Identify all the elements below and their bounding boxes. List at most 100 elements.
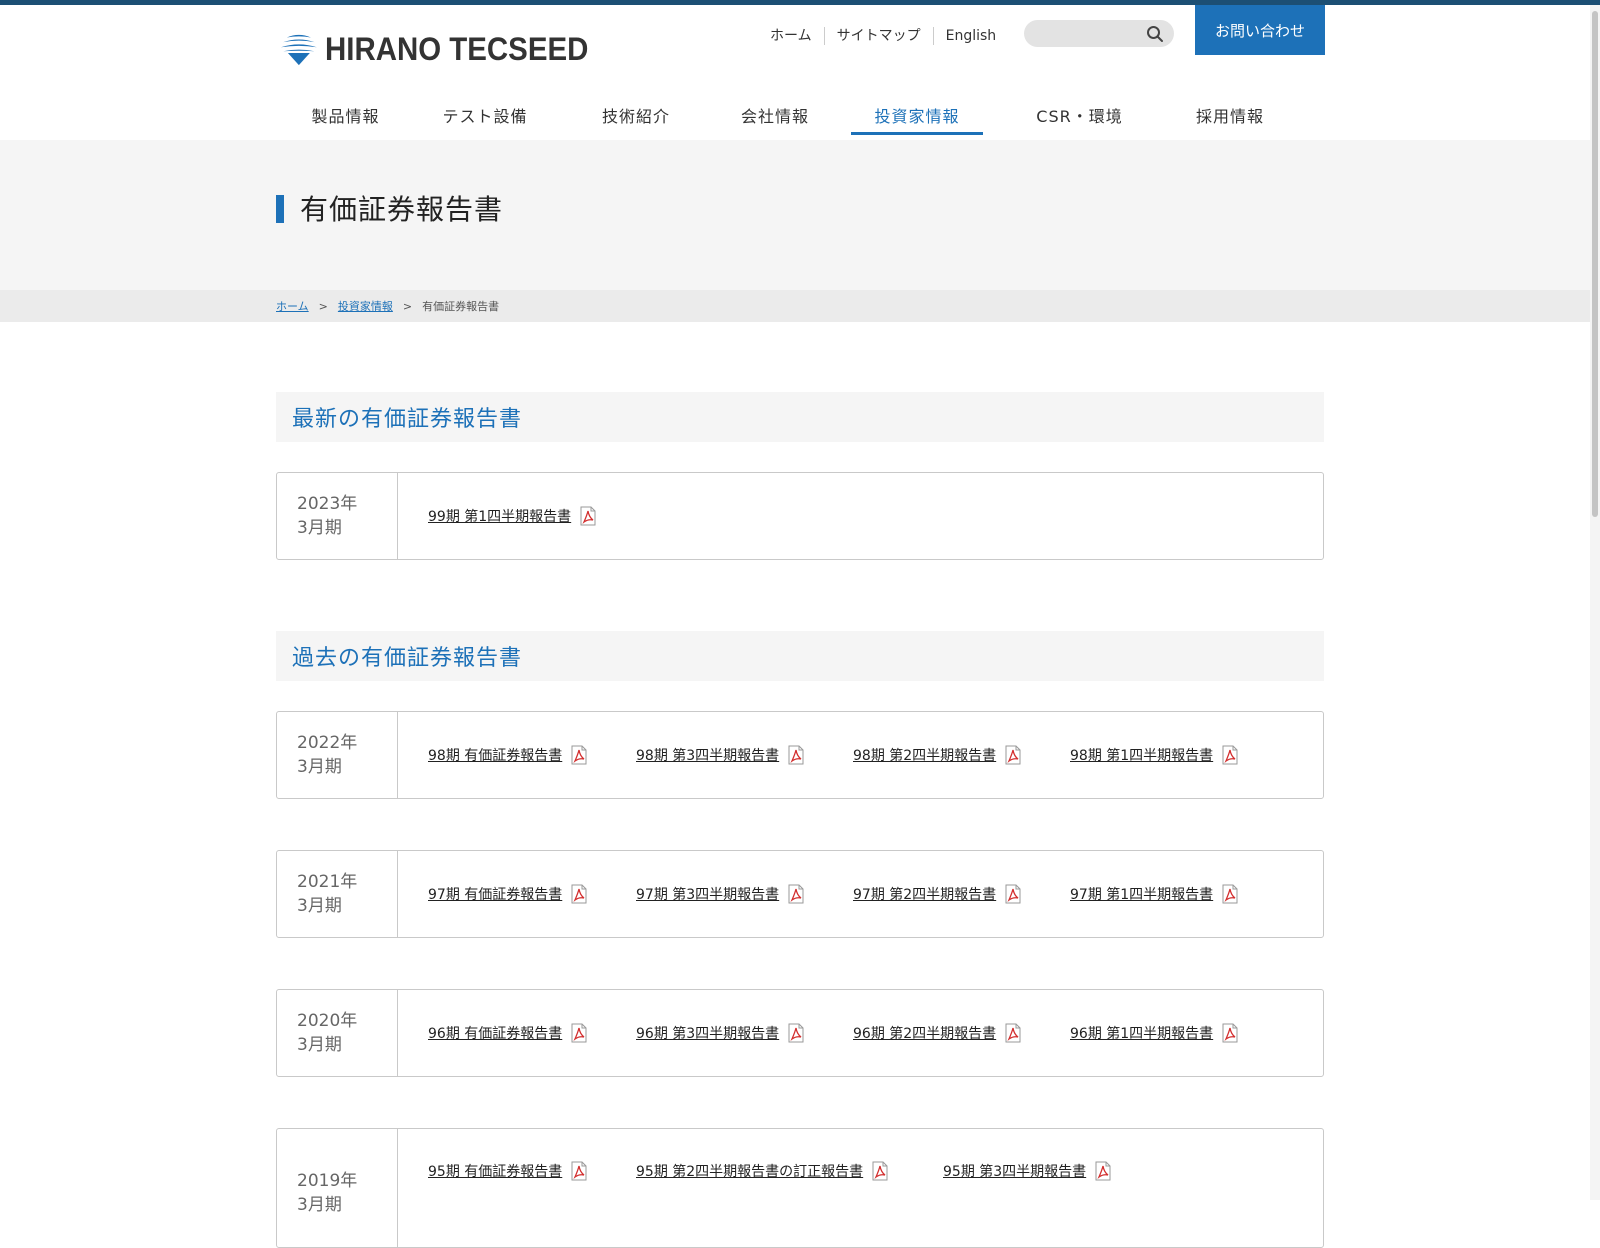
utility-nav: ホーム サイトマップ English bbox=[758, 25, 1008, 47]
pdf-icon bbox=[580, 506, 596, 526]
report-link-label: 98期 有価証券報告書 bbox=[428, 748, 563, 764]
pdf-icon bbox=[1222, 1023, 1238, 1043]
search-icon[interactable] bbox=[1146, 25, 1164, 43]
report-link-label: 95期 有価証券報告書 bbox=[428, 1164, 563, 1180]
report-link[interactable]: 96期 第1四半期報告書 bbox=[1070, 1023, 1238, 1043]
pdf-icon bbox=[872, 1161, 888, 1181]
pdf-icon bbox=[788, 745, 804, 765]
report-links: 99期 第1四半期報告書 bbox=[398, 473, 1323, 559]
report-link[interactable]: 95期 第2四半期報告書の訂正報告書 bbox=[636, 1161, 888, 1181]
report-link[interactable]: 95期 第3四半期報告書 bbox=[943, 1161, 1111, 1181]
pdf-icon bbox=[1095, 1161, 1111, 1181]
search-box bbox=[1024, 20, 1174, 47]
report-link-label: 97期 第1四半期報告書 bbox=[1070, 887, 1214, 903]
page-title-band: 有価証券報告書 bbox=[0, 140, 1590, 290]
report-links: 98期 有価証券報告書 98期 第3四半期報告書 98期 第2四半期報告書 98… bbox=[398, 712, 1323, 798]
util-link-sitemap[interactable]: サイトマップ bbox=[823, 27, 933, 45]
report-link-label: 97期 有価証券報告書 bbox=[428, 887, 563, 903]
site-header: HIRANO TECSEED ホーム サイトマップ English お問い合わせ… bbox=[0, 5, 1590, 140]
fiscal-year: 2021年 bbox=[297, 872, 358, 892]
brand-wordmark: HIRANO TECSEED bbox=[324, 30, 589, 67]
report-link-label: 96期 第1四半期報告書 bbox=[1070, 1026, 1214, 1042]
title-accent-bar bbox=[276, 195, 284, 223]
report-link-label: 96期 第3四半期報告書 bbox=[636, 1026, 780, 1042]
fiscal-term: 3月期 bbox=[297, 518, 342, 538]
nav-item-test-facilities[interactable]: テスト設備 bbox=[409, 93, 561, 135]
report-link[interactable]: 98期 第1四半期報告書 bbox=[1070, 745, 1238, 765]
report-link-label: 96期 第2四半期報告書 bbox=[853, 1026, 997, 1042]
fiscal-period: 2022年 3月期 bbox=[277, 712, 398, 798]
latest-reports-heading: 最新の有価証券報告書 bbox=[276, 392, 1324, 442]
pdf-icon bbox=[571, 884, 587, 904]
nav-item-csr[interactable]: CSR・環境 bbox=[993, 93, 1166, 135]
report-link[interactable]: 97期 有価証券報告書 bbox=[428, 884, 587, 904]
pdf-icon bbox=[571, 1023, 587, 1043]
fiscal-term: 3月期 bbox=[297, 896, 342, 916]
page-title: 有価証券報告書 bbox=[300, 193, 504, 226]
past-reports-heading: 過去の有価証券報告書 bbox=[276, 631, 1324, 681]
pdf-icon bbox=[1005, 745, 1021, 765]
page-scrollbar[interactable] bbox=[1590, 5, 1600, 1200]
util-link-english[interactable]: English bbox=[932, 27, 1009, 45]
scrollbar-thumb[interactable] bbox=[1592, 11, 1598, 517]
nav-item-company[interactable]: 会社情報 bbox=[711, 93, 839, 135]
fiscal-period: 2023年 3月期 bbox=[277, 473, 398, 559]
report-link[interactable]: 95期 有価証券報告書 bbox=[428, 1161, 587, 1181]
report-link[interactable]: 98期 第2四半期報告書 bbox=[853, 745, 1021, 765]
fiscal-term: 3月期 bbox=[297, 757, 342, 777]
contact-button[interactable]: お問い合わせ bbox=[1195, 5, 1325, 55]
breadcrumb-separator: > bbox=[318, 299, 328, 313]
report-row-2022: 2022年 3月期 98期 有価証券報告書 98期 第3四半期報告書 98期 第… bbox=[276, 711, 1324, 799]
report-row-2020: 2020年 3月期 96期 有価証券報告書 96期 第3四半期報告書 96期 第… bbox=[276, 989, 1324, 1077]
report-link[interactable]: 97期 第2四半期報告書 bbox=[853, 884, 1021, 904]
report-link[interactable]: 98期 有価証券報告書 bbox=[428, 745, 587, 765]
fiscal-year: 2022年 bbox=[297, 733, 358, 753]
report-link-label: 98期 第3四半期報告書 bbox=[636, 748, 780, 764]
report-link-label: 97期 第3四半期報告書 bbox=[636, 887, 780, 903]
report-link[interactable]: 96期 有価証券報告書 bbox=[428, 1023, 587, 1043]
fiscal-term: 3月期 bbox=[297, 1035, 342, 1055]
report-links: 97期 有価証券報告書 97期 第3四半期報告書 97期 第2四半期報告書 97… bbox=[398, 851, 1323, 937]
pdf-icon bbox=[1222, 884, 1238, 904]
util-link-home[interactable]: ホーム bbox=[758, 27, 824, 45]
nav-item-products[interactable]: 製品情報 bbox=[282, 93, 409, 135]
pdf-icon bbox=[1222, 745, 1238, 765]
fiscal-year: 2020年 bbox=[297, 1011, 358, 1031]
fiscal-year: 2019年 bbox=[297, 1171, 358, 1191]
breadcrumb-current: 有価証券報告書 bbox=[422, 300, 500, 313]
breadcrumb-home[interactable]: ホーム bbox=[276, 298, 309, 314]
fiscal-period: 2020年 3月期 bbox=[277, 990, 398, 1076]
nav-item-technology[interactable]: 技術紹介 bbox=[561, 93, 711, 135]
report-row-2021: 2021年 3月期 97期 有価証券報告書 97期 第3四半期報告書 97期 第… bbox=[276, 850, 1324, 938]
report-link-label: 95期 第2四半期報告書の訂正報告書 bbox=[636, 1164, 864, 1180]
pdf-icon bbox=[1005, 1023, 1021, 1043]
report-link-label: 97期 第2四半期報告書 bbox=[853, 887, 997, 903]
pdf-icon bbox=[571, 1161, 587, 1181]
pdf-icon bbox=[571, 745, 587, 765]
report-link[interactable]: 97期 第3四半期報告書 bbox=[636, 884, 804, 904]
report-links: 96期 有価証券報告書 96期 第3四半期報告書 96期 第2四半期報告書 96… bbox=[398, 990, 1323, 1076]
report-row-2019: 2019年 3月期 95期 有価証券報告書 95期 第2四半期報告書の訂正報告書… bbox=[276, 1128, 1324, 1248]
nav-item-careers[interactable]: 採用情報 bbox=[1166, 93, 1294, 135]
report-link[interactable]: 96期 第2四半期報告書 bbox=[853, 1023, 1021, 1043]
report-link[interactable]: 97期 第1四半期報告書 bbox=[1070, 884, 1238, 904]
site-logo[interactable]: HIRANO TECSEED bbox=[281, 19, 611, 79]
fiscal-period: 2019年 3月期 bbox=[277, 1129, 398, 1247]
report-link[interactable]: 98期 第3四半期報告書 bbox=[636, 745, 804, 765]
breadcrumb-investors[interactable]: 投資家情報 bbox=[338, 298, 393, 314]
report-link-label: 98期 第2四半期報告書 bbox=[853, 748, 997, 764]
search-input[interactable] bbox=[1036, 23, 1146, 44]
report-link-label: 99期 第1四半期報告書 bbox=[428, 509, 572, 525]
report-link[interactable]: 99期 第1四半期報告書 bbox=[428, 506, 596, 526]
report-row-2023: 2023年 3月期 99期 第1四半期報告書 bbox=[276, 472, 1324, 560]
report-link-label: 98期 第1四半期報告書 bbox=[1070, 748, 1214, 764]
nav-item-investors[interactable]: 投資家情報 bbox=[851, 93, 983, 135]
report-link-label: 95期 第3四半期報告書 bbox=[943, 1164, 1087, 1180]
pdf-icon bbox=[788, 884, 804, 904]
report-link-label: 96期 有価証券報告書 bbox=[428, 1026, 563, 1042]
fiscal-term: 3月期 bbox=[297, 1195, 342, 1215]
pdf-icon bbox=[1005, 884, 1021, 904]
report-link[interactable]: 96期 第3四半期報告書 bbox=[636, 1023, 804, 1043]
breadcrumb: ホーム > 投資家情報 > 有価証券報告書 bbox=[0, 290, 1590, 322]
fiscal-period: 2021年 3月期 bbox=[277, 851, 398, 937]
